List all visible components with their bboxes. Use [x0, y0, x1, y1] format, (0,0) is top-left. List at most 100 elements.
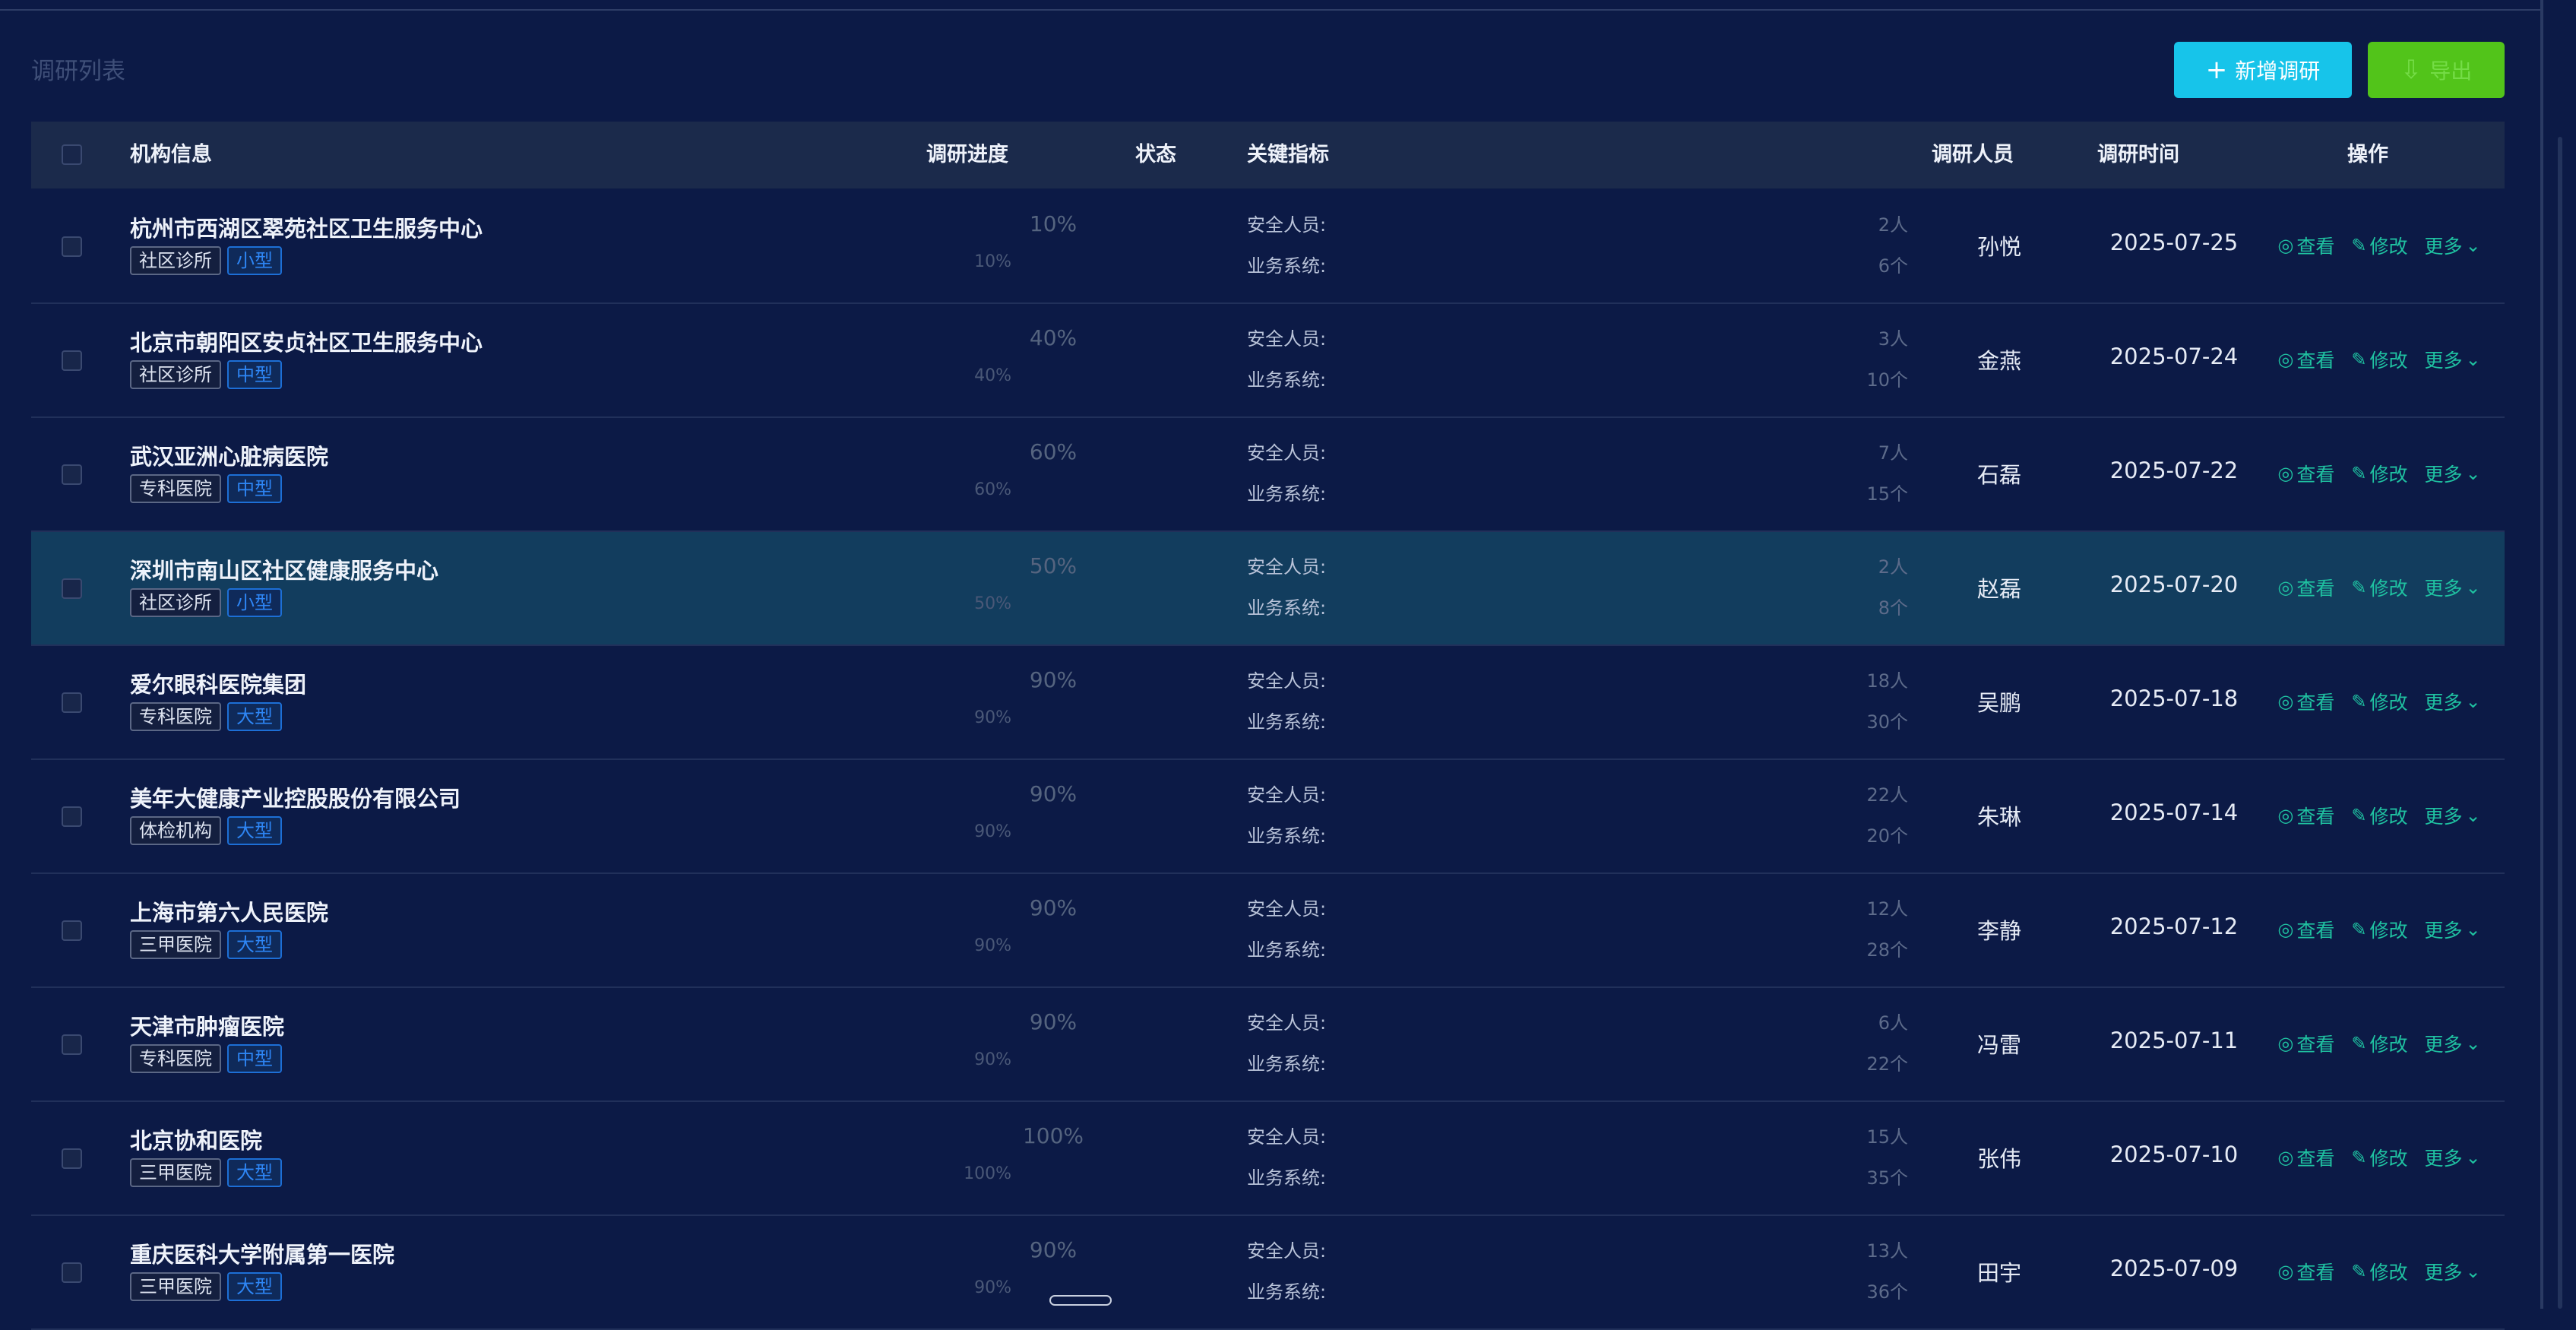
chevron-down-icon: ⌄: [2465, 349, 2481, 370]
metric-staff-value: 13人: [1866, 1240, 1908, 1262]
row-checkbox[interactable]: [62, 350, 82, 371]
table-row[interactable]: 武汉亚洲心脏病医院 专科医院 中型 60% 60% 安全人员: 业务系统: 7人…: [31, 418, 2505, 532]
edit-link[interactable]: ✎ 修改: [2351, 574, 2407, 601]
row-checkbox[interactable]: [62, 1034, 82, 1055]
table-row[interactable]: 深圳市南山区社区健康服务中心 社区诊所 小型 50% 50% 安全人员: 业务系…: [31, 532, 2505, 646]
view-link[interactable]: ◎ 查看: [2277, 232, 2334, 259]
org-name: 天津市肿瘤医院: [130, 1014, 285, 1040]
edit-link[interactable]: ✎ 修改: [2351, 802, 2407, 829]
more-dropdown[interactable]: 更多 ⌄: [2424, 460, 2480, 487]
edit-link[interactable]: ✎ 修改: [2351, 460, 2407, 487]
org-type-tag: 三甲医院: [130, 930, 221, 959]
org-size-tag: 大型: [227, 1272, 282, 1301]
table-row[interactable]: 北京市朝阳区安贞社区卫生服务中心 社区诊所 中型 40% 40% 安全人员: 业…: [31, 304, 2505, 418]
survey-list-page: 调研列表 + 新增调研 ⇩ 导出 机构信息 调研进度 状态 关键指标 调研人员 …: [0, 0, 2576, 1330]
view-link[interactable]: ◎ 查看: [2277, 460, 2334, 487]
progress-label: 10%: [974, 252, 1011, 271]
more-dropdown[interactable]: 更多 ⌄: [2424, 1258, 2480, 1285]
view-label: 查看: [2296, 692, 2335, 714]
progress-value: 90%: [1029, 1237, 1078, 1262]
row-checkbox[interactable]: [62, 692, 82, 713]
row-checkbox[interactable]: [62, 1148, 82, 1169]
metric-systems-value: 22个: [1866, 1053, 1908, 1075]
export-button[interactable]: ⇩ 导出: [2368, 42, 2505, 98]
row-checkbox[interactable]: [62, 464, 82, 485]
org-size-tag: 中型: [227, 474, 282, 503]
view-link[interactable]: ◎ 查看: [2277, 1144, 2334, 1171]
row-checkbox[interactable]: [62, 578, 82, 599]
add-survey-button[interactable]: + 新增调研: [2174, 42, 2352, 98]
chevron-down-icon: ⌄: [2465, 1147, 2481, 1168]
table-row[interactable]: 重庆医科大学附属第一医院 三甲医院 大型 90% 90% 安全人员: 业务系统:…: [31, 1216, 2505, 1330]
eye-icon: ◎: [2277, 349, 2294, 370]
org-size-tag: 小型: [227, 588, 282, 617]
edit-link[interactable]: ✎ 修改: [2351, 1144, 2407, 1171]
more-dropdown[interactable]: 更多 ⌄: [2424, 802, 2480, 829]
chevron-down-icon: ⌄: [2465, 1261, 2481, 1282]
edit-link[interactable]: ✎ 修改: [2351, 1258, 2407, 1285]
row-actions: ◎ 查看 ✎ 修改 更多 ⌄: [2265, 232, 2493, 259]
header-status: 状态: [1135, 143, 1176, 166]
metric-staff-value: 12人: [1866, 898, 1908, 920]
chevron-down-icon: ⌄: [2465, 463, 2481, 484]
select-all-checkbox[interactable]: [62, 144, 82, 165]
more-dropdown[interactable]: 更多 ⌄: [2424, 916, 2480, 943]
org-size-tag: 小型: [227, 246, 282, 275]
row-actions: ◎ 查看 ✎ 修改 更多 ⌄: [2265, 1144, 2493, 1171]
more-dropdown[interactable]: 更多 ⌄: [2424, 1030, 2480, 1057]
metric-systems-value: 20个: [1866, 825, 1908, 847]
view-link[interactable]: ◎ 查看: [2277, 1258, 2334, 1285]
metric-systems-value: 6个: [1878, 255, 1908, 277]
view-link[interactable]: ◎ 查看: [2277, 1030, 2334, 1057]
more-label: 更多: [2424, 464, 2463, 486]
edit-link[interactable]: ✎ 修改: [2351, 346, 2407, 373]
row-checkbox[interactable]: [62, 1262, 82, 1283]
view-link[interactable]: ◎ 查看: [2277, 688, 2334, 715]
view-link[interactable]: ◎ 查看: [2277, 574, 2334, 601]
view-label: 查看: [2296, 1148, 2335, 1170]
progress-value: 90%: [1029, 895, 1078, 920]
org-type-tag: 体检机构: [130, 816, 221, 845]
metric-staff-value: 2人: [1878, 556, 1908, 578]
edit-link[interactable]: ✎ 修改: [2351, 1030, 2407, 1057]
more-dropdown[interactable]: 更多 ⌄: [2424, 688, 2480, 715]
more-dropdown[interactable]: 更多 ⌄: [2424, 574, 2480, 601]
row-actions: ◎ 查看 ✎ 修改 更多 ⌄: [2265, 574, 2493, 601]
view-link[interactable]: ◎ 查看: [2277, 346, 2334, 373]
more-label: 更多: [2424, 806, 2463, 828]
more-dropdown[interactable]: 更多 ⌄: [2424, 1144, 2480, 1171]
view-link[interactable]: ◎ 查看: [2277, 802, 2334, 829]
edit-link[interactable]: ✎ 修改: [2351, 688, 2407, 715]
row-checkbox[interactable]: [62, 236, 82, 257]
progress-label: 90%: [974, 822, 1011, 841]
scroll-handle[interactable]: [1049, 1295, 1112, 1306]
org-tags: 专科医院 中型: [130, 474, 282, 503]
row-checkbox[interactable]: [62, 806, 82, 827]
more-label: 更多: [2424, 350, 2463, 372]
table-row[interactable]: 上海市第六人民医院 三甲医院 大型 90% 90% 安全人员: 业务系统: 12…: [31, 874, 2505, 988]
eye-icon: ◎: [2277, 919, 2294, 940]
view-link[interactable]: ◎ 查看: [2277, 916, 2334, 943]
row-checkbox[interactable]: [62, 920, 82, 941]
metric-staff-value: 18人: [1866, 670, 1908, 692]
edit-link[interactable]: ✎ 修改: [2351, 232, 2407, 259]
metric-systems-label: 业务系统:: [1247, 483, 1327, 505]
row-actions: ◎ 查看 ✎ 修改 更多 ⌄: [2265, 802, 2493, 829]
researcher-name: 朱琳: [1976, 804, 2021, 830]
edit-link[interactable]: ✎ 修改: [2351, 916, 2407, 943]
more-dropdown[interactable]: 更多 ⌄: [2424, 346, 2480, 373]
table-row[interactable]: 爱尔眼科医院集团 专科医院 大型 90% 90% 安全人员: 业务系统: 18人…: [31, 646, 2505, 760]
org-size-tag: 中型: [227, 360, 282, 389]
scrollbar-thumb[interactable]: [2558, 137, 2562, 1309]
table-row[interactable]: 杭州市西湖区翠苑社区卫生服务中心 社区诊所 小型 10% 10% 安全人员: 业…: [31, 190, 2505, 304]
more-dropdown[interactable]: 更多 ⌄: [2424, 232, 2480, 259]
survey-date: 2025-07-10: [2109, 1142, 2239, 1167]
table-row[interactable]: 天津市肿瘤医院 专科医院 中型 90% 90% 安全人员: 业务系统: 6人 2…: [31, 988, 2505, 1102]
metric-staff-value: 2人: [1878, 214, 1908, 236]
org-name: 爱尔眼科医院集团: [130, 672, 307, 698]
eye-icon: ◎: [2277, 691, 2294, 712]
org-tags: 社区诊所 中型: [130, 360, 282, 389]
table-row[interactable]: 美年大健康产业控股股份有限公司 体检机构 大型 90% 90% 安全人员: 业务…: [31, 760, 2505, 874]
table-row[interactable]: 北京协和医院 三甲医院 大型 100% 100% 安全人员: 业务系统: 15人…: [31, 1102, 2505, 1216]
org-size-tag: 大型: [227, 1158, 282, 1187]
